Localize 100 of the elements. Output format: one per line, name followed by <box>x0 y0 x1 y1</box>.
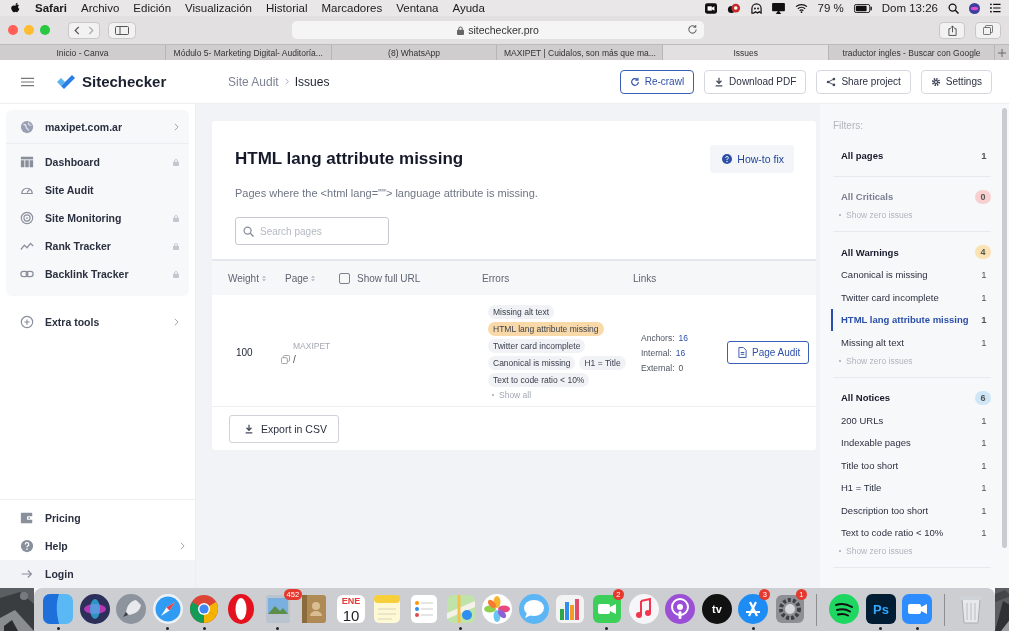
ps-logo-icon[interactable]: Ps <box>864 592 897 625</box>
filter-group[interactable]: All pages 1 <box>831 144 991 167</box>
filter-group[interactable]: All Warnings 4 <box>831 241 991 264</box>
list-icon[interactable] <box>990 3 1001 13</box>
sidebar-item[interactable]: Site Monitoring <box>6 204 189 232</box>
filter-item[interactable]: Description too short 1 <box>831 499 991 522</box>
compass-icon[interactable] <box>151 592 184 625</box>
brand-name[interactable]: Sitechecker <box>82 73 167 90</box>
podcast-icon[interactable] <box>664 592 697 625</box>
sidebar-item[interactable]: Pricing <box>0 504 195 532</box>
link-count[interactable]: 16 <box>675 347 686 358</box>
speech-bubble-icon[interactable] <box>517 592 550 625</box>
sidebar-item[interactable]: Site Audit <box>6 176 189 204</box>
menu-item[interactable]: Visualización <box>185 2 252 14</box>
display-icon[interactable] <box>771 2 785 14</box>
chevron-icon <box>180 542 185 550</box>
export-button[interactable]: Export in CSV <box>229 415 339 443</box>
flower-icon[interactable] <box>481 592 514 625</box>
address-bar[interactable]: sitechecker.pro <box>292 21 704 39</box>
scrollbar[interactable] <box>1002 108 1007 548</box>
menu-item[interactable]: Archivo <box>80 2 120 14</box>
share-icon <box>947 24 957 36</box>
browser-tab[interactable]: Issues <box>663 45 830 60</box>
clock[interactable]: Dom 13:26 <box>881 2 938 14</box>
bar-chart-icon[interactable] <box>554 592 587 625</box>
phone-icon[interactable] <box>590 592 623 625</box>
music-note-icon[interactable] <box>627 592 660 625</box>
error-tag[interactable]: Missing alt text <box>488 305 555 319</box>
chevron-icon <box>284 78 289 85</box>
error-tag[interactable]: Canonical is missing <box>488 356 576 370</box>
error-tag[interactable]: Twitter card incomplete <box>488 339 586 353</box>
sidebar-item[interactable]: Help <box>0 532 195 560</box>
back-forward-control[interactable] <box>68 21 100 39</box>
tricolor-circle-icon[interactable] <box>188 592 221 625</box>
how-to-fix-button[interactable]: How-to fix <box>710 145 794 173</box>
filter-item[interactable]: HTML lang attribute missing 1 <box>831 308 991 331</box>
ghost-icon[interactable] <box>750 2 762 14</box>
new-tab-icon[interactable] <box>997 48 1006 57</box>
menu-icon[interactable] <box>21 76 34 87</box>
cloud-icon[interactable] <box>726 2 741 14</box>
apple-logo-icon[interactable] <box>10 2 21 14</box>
filter-item[interactable]: 200 URLs 1 <box>831 409 991 432</box>
orb-icon[interactable] <box>969 2 980 14</box>
error-tag[interactable]: Text to code ratio < 10% <box>488 373 590 387</box>
app-store-icon[interactable] <box>737 592 770 625</box>
column-header[interactable]: Page <box>285 272 309 284</box>
search-icon[interactable] <box>948 2 959 14</box>
calendar-icon[interactable]: ENE 10 <box>334 592 367 625</box>
filter-item[interactable]: Twitter card incomplete 1 <box>831 286 991 309</box>
breadcrumb-item[interactable]: Site Audit <box>228 74 279 89</box>
filter-item[interactable]: Title too short 1 <box>831 454 991 477</box>
sidebar-toggle-icon[interactable] <box>108 21 136 39</box>
sidebar-item[interactable]: Extra tools <box>6 308 189 336</box>
header-button[interactable]: Settings <box>920 69 992 94</box>
wifi-icon[interactable] <box>794 3 808 13</box>
menu-item[interactable]: Ventana <box>396 2 439 14</box>
filter-item[interactable]: Text to code ratio < 10% 1 <box>831 521 991 544</box>
menu-item[interactable]: Ayuda <box>452 2 485 14</box>
gear-icon[interactable] <box>773 592 806 625</box>
header-button[interactable]: Download PDF <box>704 69 807 94</box>
show-full-url-checkbox[interactable]: Show full URL <box>339 272 482 284</box>
menu-item[interactable]: Safari <box>35 2 67 14</box>
column-header[interactable]: Weight <box>228 272 259 284</box>
page-audit-button[interactable]: Page Audit <box>727 341 810 364</box>
sidebar-item[interactable]: Dashboard <box>6 148 189 176</box>
sidebar-item[interactable]: Login <box>0 560 195 588</box>
error-tag[interactable]: H1 = Title <box>579 356 626 370</box>
copy-icon[interactable] <box>281 354 290 364</box>
menu-item[interactable]: Edición <box>133 2 172 14</box>
orb-icon[interactable] <box>78 592 111 625</box>
sound-waves-icon[interactable] <box>828 592 861 625</box>
video-camera-icon[interactable] <box>704 2 717 14</box>
share-button[interactable] <box>939 21 965 39</box>
link-count[interactable]: 16 <box>678 332 688 343</box>
reload-icon[interactable] <box>687 24 698 35</box>
filter-item[interactable]: Indexable pages 1 <box>831 431 991 454</box>
sidebar-item[interactable]: Backlink Tracker <box>6 260 189 288</box>
filter-item[interactable]: H1 = Title 1 <box>831 476 991 499</box>
map-icon[interactable] <box>444 592 477 625</box>
page-link[interactable]: / <box>293 353 296 365</box>
search-icon <box>243 226 254 237</box>
tv-icon[interactable]: tv <box>700 592 733 625</box>
filter-item[interactable]: Canonical is missing 1 <box>831 263 991 286</box>
page-title-text: MAXIPET <box>293 340 332 351</box>
search-field[interactable]: Search pages <box>235 217 389 245</box>
menu-item[interactable]: Historial <box>265 2 308 14</box>
tabs-overview-button[interactable] <box>975 21 1001 39</box>
header-button[interactable]: Share project <box>816 69 911 94</box>
chevron-icon <box>174 122 179 131</box>
battery-icon[interactable] <box>853 3 872 13</box>
sidebar-item[interactable]: Rank Tracker <box>6 232 189 260</box>
back-icon <box>74 25 80 35</box>
error-tag[interactable]: HTML lang attribute missing <box>488 322 604 336</box>
project-selector[interactable]: maxipet.com.ar <box>6 110 189 144</box>
radar-icon <box>20 211 34 225</box>
filter-group[interactable]: All Notices 6 <box>831 386 991 409</box>
menu-item[interactable]: Marcadores <box>321 2 383 14</box>
filter-item[interactable]: Missing alt text 1 <box>831 331 991 354</box>
filter-group[interactable]: All Criticals 0 <box>831 185 991 208</box>
header-button[interactable]: Re-crawl <box>619 69 695 94</box>
